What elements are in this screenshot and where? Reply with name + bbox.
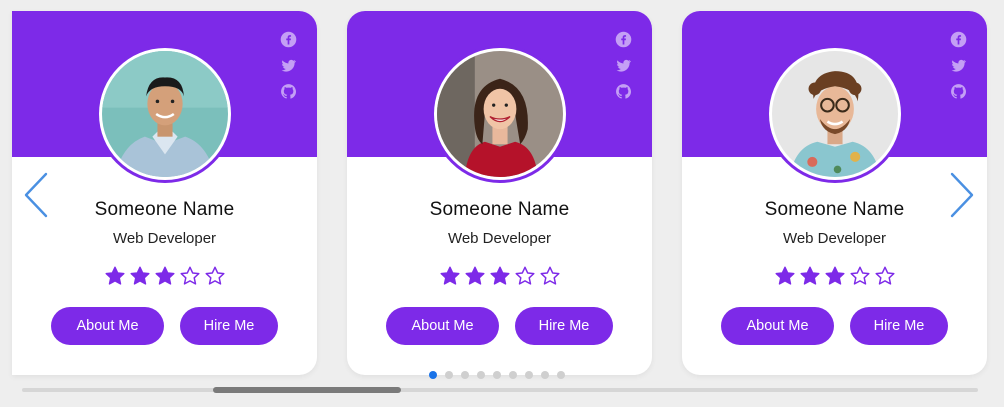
pagination-dot[interactable]: [429, 371, 437, 379]
social-links: [615, 31, 632, 100]
scrollbar-thumb[interactable]: [213, 387, 401, 393]
twitter-icon[interactable]: [615, 57, 632, 74]
pagination-dot[interactable]: [557, 371, 565, 379]
profile-job: Web Developer: [112, 230, 217, 247]
hire-me-button[interactable]: Hire Me: [515, 307, 613, 345]
avatar: [436, 51, 563, 177]
avatar-ring: [430, 45, 569, 183]
pagination-dot[interactable]: [493, 371, 501, 379]
profile-card: Someone Name Web Developer About Me Hire…: [682, 11, 987, 375]
github-icon[interactable]: [280, 83, 297, 100]
card-actions: About Me Hire Me: [12, 307, 317, 345]
star-filled-icon: [154, 266, 175, 285]
star-empty-icon: [514, 266, 535, 285]
star-rating: [12, 265, 317, 287]
hire-me-button[interactable]: Hire Me: [850, 307, 948, 345]
profile-job: Web Developer: [782, 230, 887, 247]
social-links: [280, 31, 297, 100]
facebook-icon[interactable]: [615, 31, 632, 48]
facebook-icon[interactable]: [280, 31, 297, 48]
twitter-icon[interactable]: [280, 57, 297, 74]
pagination-dot[interactable]: [461, 371, 469, 379]
avatar: [771, 51, 898, 177]
profile-card: Someone Name Web Developer About Me Hire…: [347, 11, 652, 375]
star-filled-icon: [774, 266, 795, 285]
about-me-button[interactable]: About Me: [721, 307, 834, 345]
star-filled-icon: [439, 266, 460, 285]
profile-name: Someone Name: [94, 199, 235, 220]
star-empty-icon: [539, 266, 560, 285]
github-icon[interactable]: [950, 83, 967, 100]
social-links: [950, 31, 967, 100]
profile-name: Someone Name: [764, 199, 905, 220]
pagination-dot[interactable]: [541, 371, 549, 379]
star-filled-icon: [799, 266, 820, 285]
pagination-dot[interactable]: [445, 371, 453, 379]
avatar-ring: [765, 45, 904, 183]
hire-me-button[interactable]: Hire Me: [180, 307, 278, 345]
about-me-button[interactable]: About Me: [51, 307, 164, 345]
card-actions: About Me Hire Me: [682, 307, 987, 345]
profile-job: Web Developer: [447, 230, 552, 247]
star-empty-icon: [179, 266, 200, 285]
star-rating: [347, 265, 652, 287]
star-empty-icon: [204, 266, 225, 285]
card-actions: About Me Hire Me: [347, 307, 652, 345]
avatar-ring: [95, 45, 234, 183]
pagination-dot[interactable]: [509, 371, 517, 379]
star-filled-icon: [129, 266, 150, 285]
card-slider: Someone Name Web Developer About Me Hire…: [0, 0, 1004, 407]
twitter-icon[interactable]: [950, 57, 967, 74]
star-filled-icon: [104, 266, 125, 285]
profile-card: Someone Name Web Developer About Me Hire…: [12, 11, 317, 375]
pagination-dot[interactable]: [525, 371, 533, 379]
scrollbar-track[interactable]: [22, 388, 978, 392]
github-icon[interactable]: [615, 83, 632, 100]
chevron-left-icon[interactable]: [20, 170, 50, 220]
star-filled-icon: [464, 266, 485, 285]
chevron-right-icon[interactable]: [948, 170, 978, 220]
star-empty-icon: [874, 266, 895, 285]
about-me-button[interactable]: About Me: [386, 307, 499, 345]
star-filled-icon: [824, 266, 845, 285]
facebook-icon[interactable]: [950, 31, 967, 48]
profile-name: Someone Name: [429, 199, 570, 220]
avatar: [101, 51, 228, 177]
star-empty-icon: [849, 266, 870, 285]
star-filled-icon: [489, 266, 510, 285]
star-rating: [682, 265, 987, 287]
pagination-dot[interactable]: [477, 371, 485, 379]
pagination-dots: [429, 371, 565, 379]
